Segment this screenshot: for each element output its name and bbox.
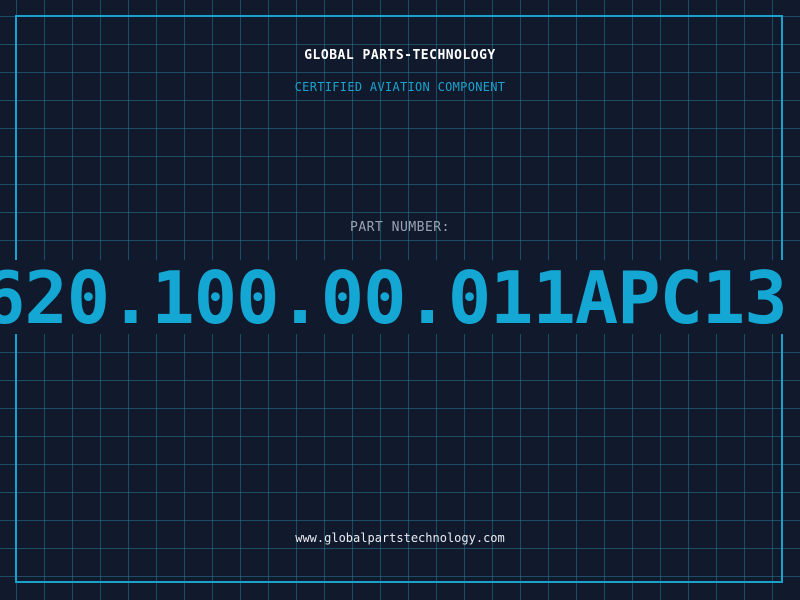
part-number-label: PART NUMBER: xyxy=(350,220,450,235)
part-number-value: 620.100.00.011APC13 xyxy=(0,260,788,334)
part-number-band: 620.100.00.011APC13 xyxy=(0,260,800,334)
website-url: www.globalpartstechnology.com xyxy=(295,531,505,545)
certification-subtitle: CERTIFIED AVIATION COMPONENT xyxy=(294,80,506,94)
company-name: GLOBAL PARTS-TECHNOLOGY xyxy=(304,48,496,63)
part-label-canvas: GLOBAL PARTS-TECHNOLOGY CERTIFIED AVIATI… xyxy=(0,0,800,600)
